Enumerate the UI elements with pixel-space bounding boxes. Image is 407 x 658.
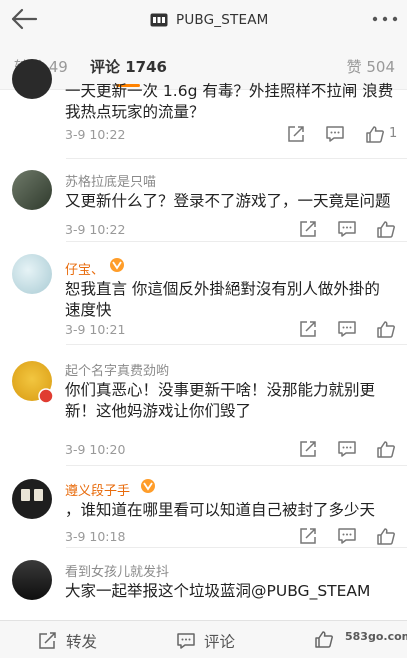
reply-icon[interactable] xyxy=(337,320,357,338)
comment-item: 看到女孩儿就发抖 大家一起举报这个垃圾蓝洞@PUBG_STEAM xyxy=(0,548,407,620)
reply-icon[interactable] xyxy=(325,125,345,143)
arrow-left-icon[interactable] xyxy=(10,7,38,31)
repost-button[interactable]: 转发 xyxy=(38,630,97,652)
avatar-badge-icon xyxy=(38,388,54,404)
like-icon[interactable] xyxy=(376,220,396,238)
comment-time: 3-9 10:21 xyxy=(65,322,126,337)
comment-item: 苏格拉底是只喵 又更新什么了？登录不了游戏了，一天竟是问题 3-9 10:22 xyxy=(0,159,407,242)
thumbs-up-icon xyxy=(315,631,333,648)
avatar[interactable] xyxy=(12,560,52,600)
reply-icon[interactable] xyxy=(337,220,357,238)
avatar[interactable] xyxy=(12,59,52,99)
comment-item: 仔宝、 恕我直言 你這個反外掛絕對沒有別人做外掛的速度快 3-9 10:21 xyxy=(0,242,407,345)
comment-time: 3-9 10:22 xyxy=(65,127,126,142)
top-nav-bar: PUBG_STEAM xyxy=(0,0,407,40)
comment-label: 评论 xyxy=(204,633,236,651)
comment-text: ，谁知道在哪里看可以知道自己被封了多少天 xyxy=(65,501,376,519)
page-title: PUBG_STEAM xyxy=(176,12,269,28)
comment-text: 你们真恶心！没事更新干啥！没那能力就别更新！这他妈游戏让你们毁了 xyxy=(65,381,376,420)
reply-icon[interactable] xyxy=(337,440,357,458)
comment-item: 遵义段子手 ，谁知道在哪里看可以知道自己被封了多少天 3-9 10:18 xyxy=(0,466,407,548)
comment-username[interactable]: 起个名字真费劲哟 xyxy=(65,360,169,379)
comment-text: 恕我直言 你這個反外掛絕對沒有別人做外掛的速度快 xyxy=(65,280,380,319)
share-icon[interactable] xyxy=(298,440,318,458)
like-icon[interactable] xyxy=(365,125,385,143)
like-icon[interactable] xyxy=(376,440,396,458)
like-count: 1 xyxy=(389,126,398,141)
comment-time: 3-9 10:20 xyxy=(65,442,126,457)
site-watermark: 583go.com xyxy=(345,630,407,643)
repost-label: 转发 xyxy=(66,633,98,651)
vip-badge-icon xyxy=(141,479,155,493)
tab-like[interactable]: 赞 504 xyxy=(347,56,395,77)
share-icon[interactable] xyxy=(298,527,318,545)
comment-text: 一天更新一次 1.6g 有毒？外挂照样不拉闸 浪费我热点玩家的流量？ xyxy=(65,82,394,121)
vip-badge-icon xyxy=(110,258,124,272)
comment-text: 大家一起举报这个垃圾蓝洞@PUBG_STEAM xyxy=(65,582,371,600)
comment-time: 3-9 10:22 xyxy=(65,222,126,237)
avatar[interactable] xyxy=(12,170,52,210)
comment-username[interactable]: 仔宝、 xyxy=(65,259,104,278)
reply-icon[interactable] xyxy=(337,527,357,545)
comment-icon xyxy=(177,633,195,649)
share-icon[interactable] xyxy=(298,320,318,338)
share-icon[interactable] xyxy=(298,220,318,238)
like-icon[interactable] xyxy=(376,320,396,338)
repost-icon xyxy=(39,632,56,649)
avatar[interactable] xyxy=(12,479,52,519)
comment-button[interactable]: 评论 xyxy=(176,630,235,652)
comment-item: 一天更新一次 1.6g 有毒？外挂照样不拉闸 浪费我热点玩家的流量？ 3-9 1… xyxy=(0,59,407,159)
comment-text: 又更新什么了？登录不了游戏了，一天竟是问题 xyxy=(65,192,391,210)
comment-username[interactable]: 苏格拉底是只喵 xyxy=(65,171,156,190)
post-author-title[interactable]: PUBG_STEAM xyxy=(150,11,269,29)
comment-username[interactable]: 遵义段子手 xyxy=(65,480,130,499)
avatar[interactable] xyxy=(12,254,52,294)
like-icon[interactable] xyxy=(376,527,396,545)
more-dots-icon[interactable] xyxy=(371,14,399,24)
comment-time: 3-9 10:18 xyxy=(65,529,126,544)
comment-username[interactable]: 看到女孩儿就发抖 xyxy=(65,561,169,580)
comment-item: 起个名字真费劲哟 你们真恶心！没事更新干啥！没那能力就别更新！这他妈游戏让你们毁… xyxy=(0,345,407,466)
share-icon[interactable] xyxy=(286,125,306,143)
weibo-account-icon xyxy=(150,13,168,27)
like-button[interactable] xyxy=(314,630,342,648)
